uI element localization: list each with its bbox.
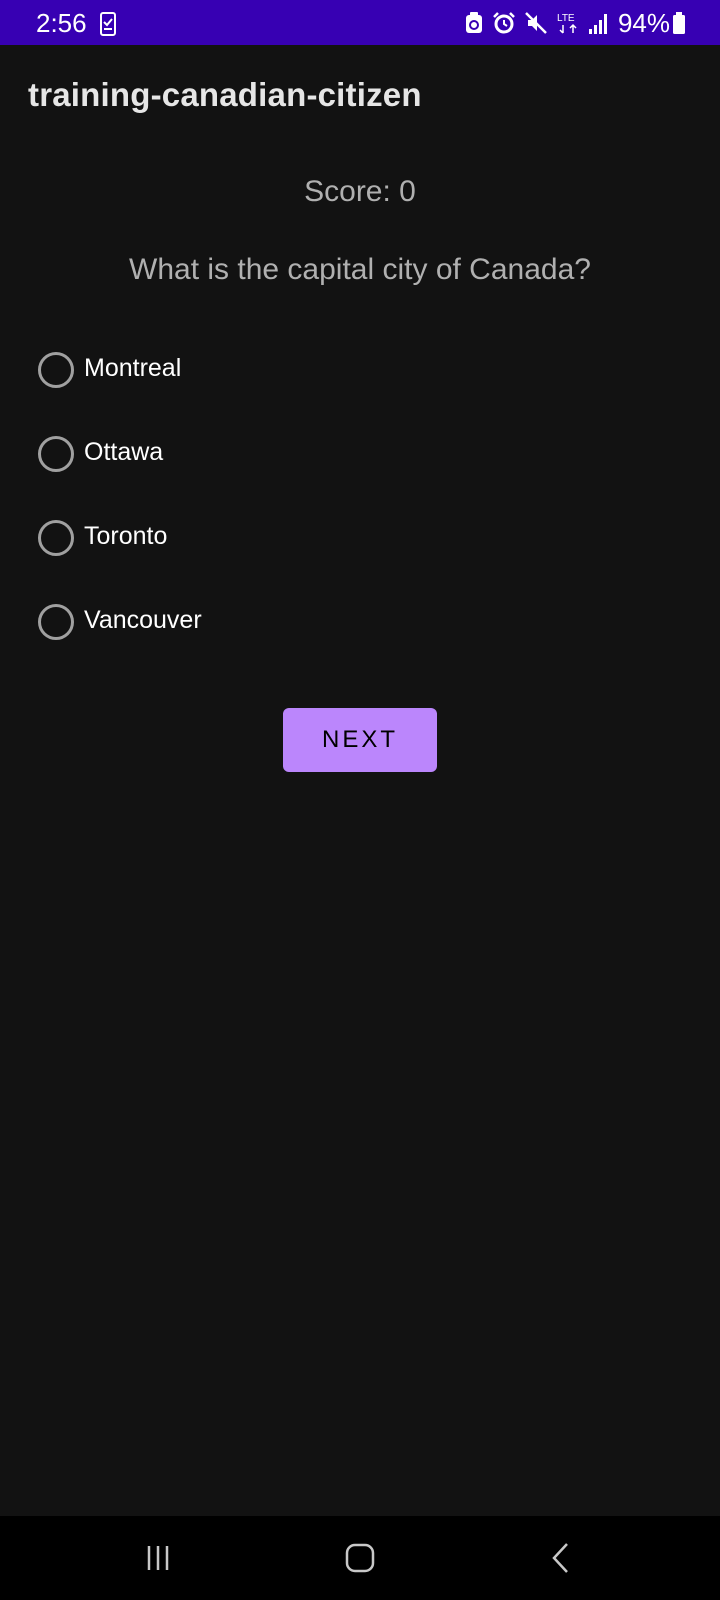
question-text: What is the capital city of Canada? [129,253,591,286]
answer-options: Montreal Ottawa Toronto Vancouver [38,340,678,676]
option-ottawa[interactable]: Ottawa [38,424,678,508]
recent-apps-icon[interactable] [128,1528,188,1588]
signal-icon [588,11,610,35]
back-icon[interactable] [532,1528,592,1588]
option-vancouver[interactable]: Vancouver [38,592,678,676]
app-bar: training-canadian-citizen [0,45,720,145]
clipboard-check-icon [100,12,116,36]
option-label: Vancouver [84,606,202,634]
recycle-icon [464,11,484,35]
radio-button[interactable] [38,520,74,556]
score-text: Score: 0 [304,175,416,208]
option-montreal[interactable]: Montreal [38,340,678,424]
status-bar: 2:56 LTE 94% [0,0,720,45]
battery-percentage: 94% [617,8,670,38]
radio-button[interactable] [38,352,74,388]
option-label: Montreal [84,354,182,382]
home-icon[interactable] [330,1528,390,1588]
mute-icon [524,11,548,35]
status-time: 2:56 [36,8,87,38]
radio-button[interactable] [38,604,74,640]
app-title: training-canadian-citizen [28,76,422,113]
status-icons: LTE 94% [456,8,686,38]
navigation-bar [0,1516,720,1600]
option-label: Toronto [84,522,168,550]
next-button[interactable]: NEXT [283,708,437,772]
lte-icon: LTE [556,11,580,35]
battery-icon [672,11,686,35]
option-label: Ottawa [84,438,164,466]
radio-button[interactable] [38,436,74,472]
option-toronto[interactable]: Toronto [38,508,678,592]
lte-text: LTE [557,13,575,24]
alarm-icon [492,11,516,35]
